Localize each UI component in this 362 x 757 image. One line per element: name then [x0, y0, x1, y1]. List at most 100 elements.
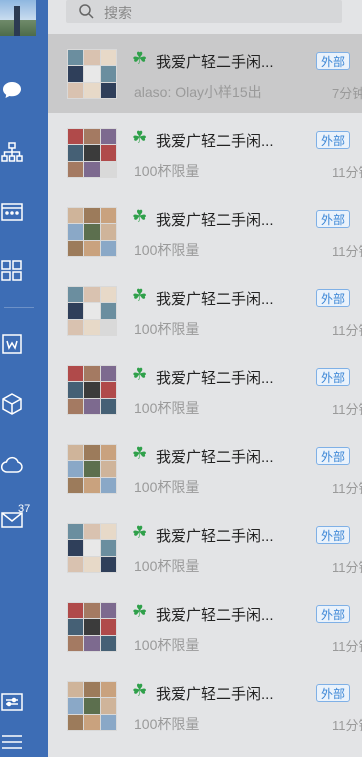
avatar-tile [100, 682, 116, 698]
avatar-tile [84, 129, 100, 145]
avatar-tile [100, 240, 116, 256]
avatar-tile [68, 619, 84, 635]
avatar-tile [68, 319, 84, 335]
chat-list-item[interactable]: ☘ 我爱广轻二手闲... 外部 100杯限量 11分钟 [48, 271, 362, 350]
chat-list-item[interactable]: ☘ 我爱广轻二手闲... 外部 100杯限量 11分钟 [48, 587, 362, 666]
avatar-tile [100, 303, 116, 319]
avatar-tile [84, 382, 100, 398]
org-chart-icon[interactable] [0, 138, 24, 166]
avatar-tile [84, 66, 100, 82]
chat-list-item[interactable]: ☘ 我爱广轻二手闲... 外部 100杯限量 11分钟 [48, 429, 362, 508]
avatar-tile [84, 524, 100, 540]
avatar-tile [68, 382, 84, 398]
avatar-tile [68, 224, 84, 240]
message-time: 11分钟 [332, 402, 362, 417]
group-avatar [67, 128, 117, 178]
avatar-tile [84, 50, 100, 66]
avatar-tile [84, 366, 100, 382]
avatar-tile [84, 319, 100, 335]
external-tag: 外部 [316, 684, 350, 702]
avatar-tile [100, 461, 116, 477]
chat-list-item[interactable]: ☘ 我爱广轻二手闲... 外部 100杯限量 11分钟 [48, 350, 362, 429]
menu-icon[interactable] [0, 728, 24, 756]
chat-list-item[interactable]: ☘ 我爱广轻二手闲... 外部 100杯限量 11分钟 [48, 192, 362, 271]
avatar-tile [68, 714, 84, 730]
avatar-tile [100, 224, 116, 240]
avatar-tile [68, 208, 84, 224]
last-message: alaso: Olay小样15出 [134, 84, 262, 100]
chat-title: 我爱广轻二手闲... [156, 528, 274, 545]
avatar-tile [84, 445, 100, 461]
external-tag: 外部 [316, 289, 350, 307]
avatar-tile [68, 50, 84, 66]
avatar-tile [68, 603, 84, 619]
external-tag: 外部 [316, 605, 350, 623]
group-avatar [67, 444, 117, 494]
avatar-tile [68, 398, 84, 414]
clover-icon: ☘ [132, 49, 148, 68]
last-message: 100杯限量 [134, 716, 200, 732]
group-avatar [67, 681, 117, 731]
avatar-tile [100, 477, 116, 493]
message-time: 11分钟 [332, 639, 362, 654]
clover-icon: ☘ [132, 128, 148, 147]
avatar-tile [84, 287, 100, 303]
avatar-tile [68, 129, 84, 145]
avatar-tile [100, 698, 116, 714]
clover-icon: ☘ [132, 286, 148, 305]
chat-bubble-icon[interactable] [0, 76, 24, 104]
message-time: 11分钟 [332, 481, 362, 496]
avatar-tile [68, 303, 84, 319]
message-time: 11分钟 [332, 560, 362, 575]
avatar-tile [100, 556, 116, 572]
avatar-tile [68, 161, 84, 177]
chat-list-item[interactable]: ☘ 我爱广轻二手闲... 外部 100杯限量 11分钟 [48, 666, 362, 745]
avatar-tile [100, 714, 116, 730]
avatar-tile [68, 540, 84, 556]
avatar-tile [100, 66, 116, 82]
group-avatar [67, 602, 117, 652]
search-input[interactable]: 搜索 [66, 0, 342, 23]
avatar-tile [84, 603, 100, 619]
clover-icon: ☘ [132, 523, 148, 542]
avatar-tile [84, 682, 100, 698]
external-tag: 外部 [316, 368, 350, 386]
avatar-tile [84, 698, 100, 714]
chat-list-item[interactable]: ☘ 我爱广轻二手闲... 外部 alaso: Olay小样15出 7分钟 [48, 34, 362, 113]
avatar-tile [84, 145, 100, 161]
last-message: 100杯限量 [134, 163, 200, 179]
last-message: 100杯限量 [134, 558, 200, 574]
chat-title: 我爱广轻二手闲... [156, 607, 274, 624]
avatar-tile [84, 161, 100, 177]
avatar-tile [84, 714, 100, 730]
chat-list-item[interactable]: ☘ 我爱广轻二手闲... 外部 100杯限量 11分钟 [48, 113, 362, 192]
group-avatar [67, 207, 117, 257]
settings-sliders-icon[interactable] [0, 688, 24, 716]
chat-list-item[interactable]: ☘ 我爱广轻二手闲... 外部 100杯限量 11分钟 [48, 508, 362, 587]
last-message: 100杯限量 [134, 479, 200, 495]
cube-icon[interactable] [0, 390, 24, 418]
avatar-tile [68, 366, 84, 382]
apps-grid-icon[interactable] [0, 256, 24, 284]
chat-title: 我爱广轻二手闲... [156, 370, 274, 387]
avatar-tile [100, 208, 116, 224]
external-tag: 外部 [316, 447, 350, 465]
message-time: 7分钟 [332, 86, 362, 101]
search-placeholder: 搜索 [104, 5, 132, 21]
last-message: 100杯限量 [134, 637, 200, 653]
user-avatar[interactable] [0, 0, 36, 36]
last-message: 100杯限量 [134, 400, 200, 416]
chat-list-panel: 搜索 ☘ 我爱广轻二手闲... 外部 alaso: Olay小样15出 7分钟 ☘ 我爱广轻… [48, 0, 362, 757]
search-icon [79, 4, 94, 19]
avatar-tile [68, 145, 84, 161]
clover-icon: ☘ [132, 602, 148, 621]
calendar-icon[interactable] [0, 197, 24, 225]
avatar-tile [84, 540, 100, 556]
external-tag: 外部 [316, 131, 350, 149]
avatar-tile [84, 224, 100, 240]
cloud-icon[interactable] [0, 451, 24, 479]
avatar-tile [68, 66, 84, 82]
document-w-icon[interactable] [0, 330, 24, 358]
mail-unread-badge: 37 [18, 503, 31, 515]
avatar-tile [68, 461, 84, 477]
